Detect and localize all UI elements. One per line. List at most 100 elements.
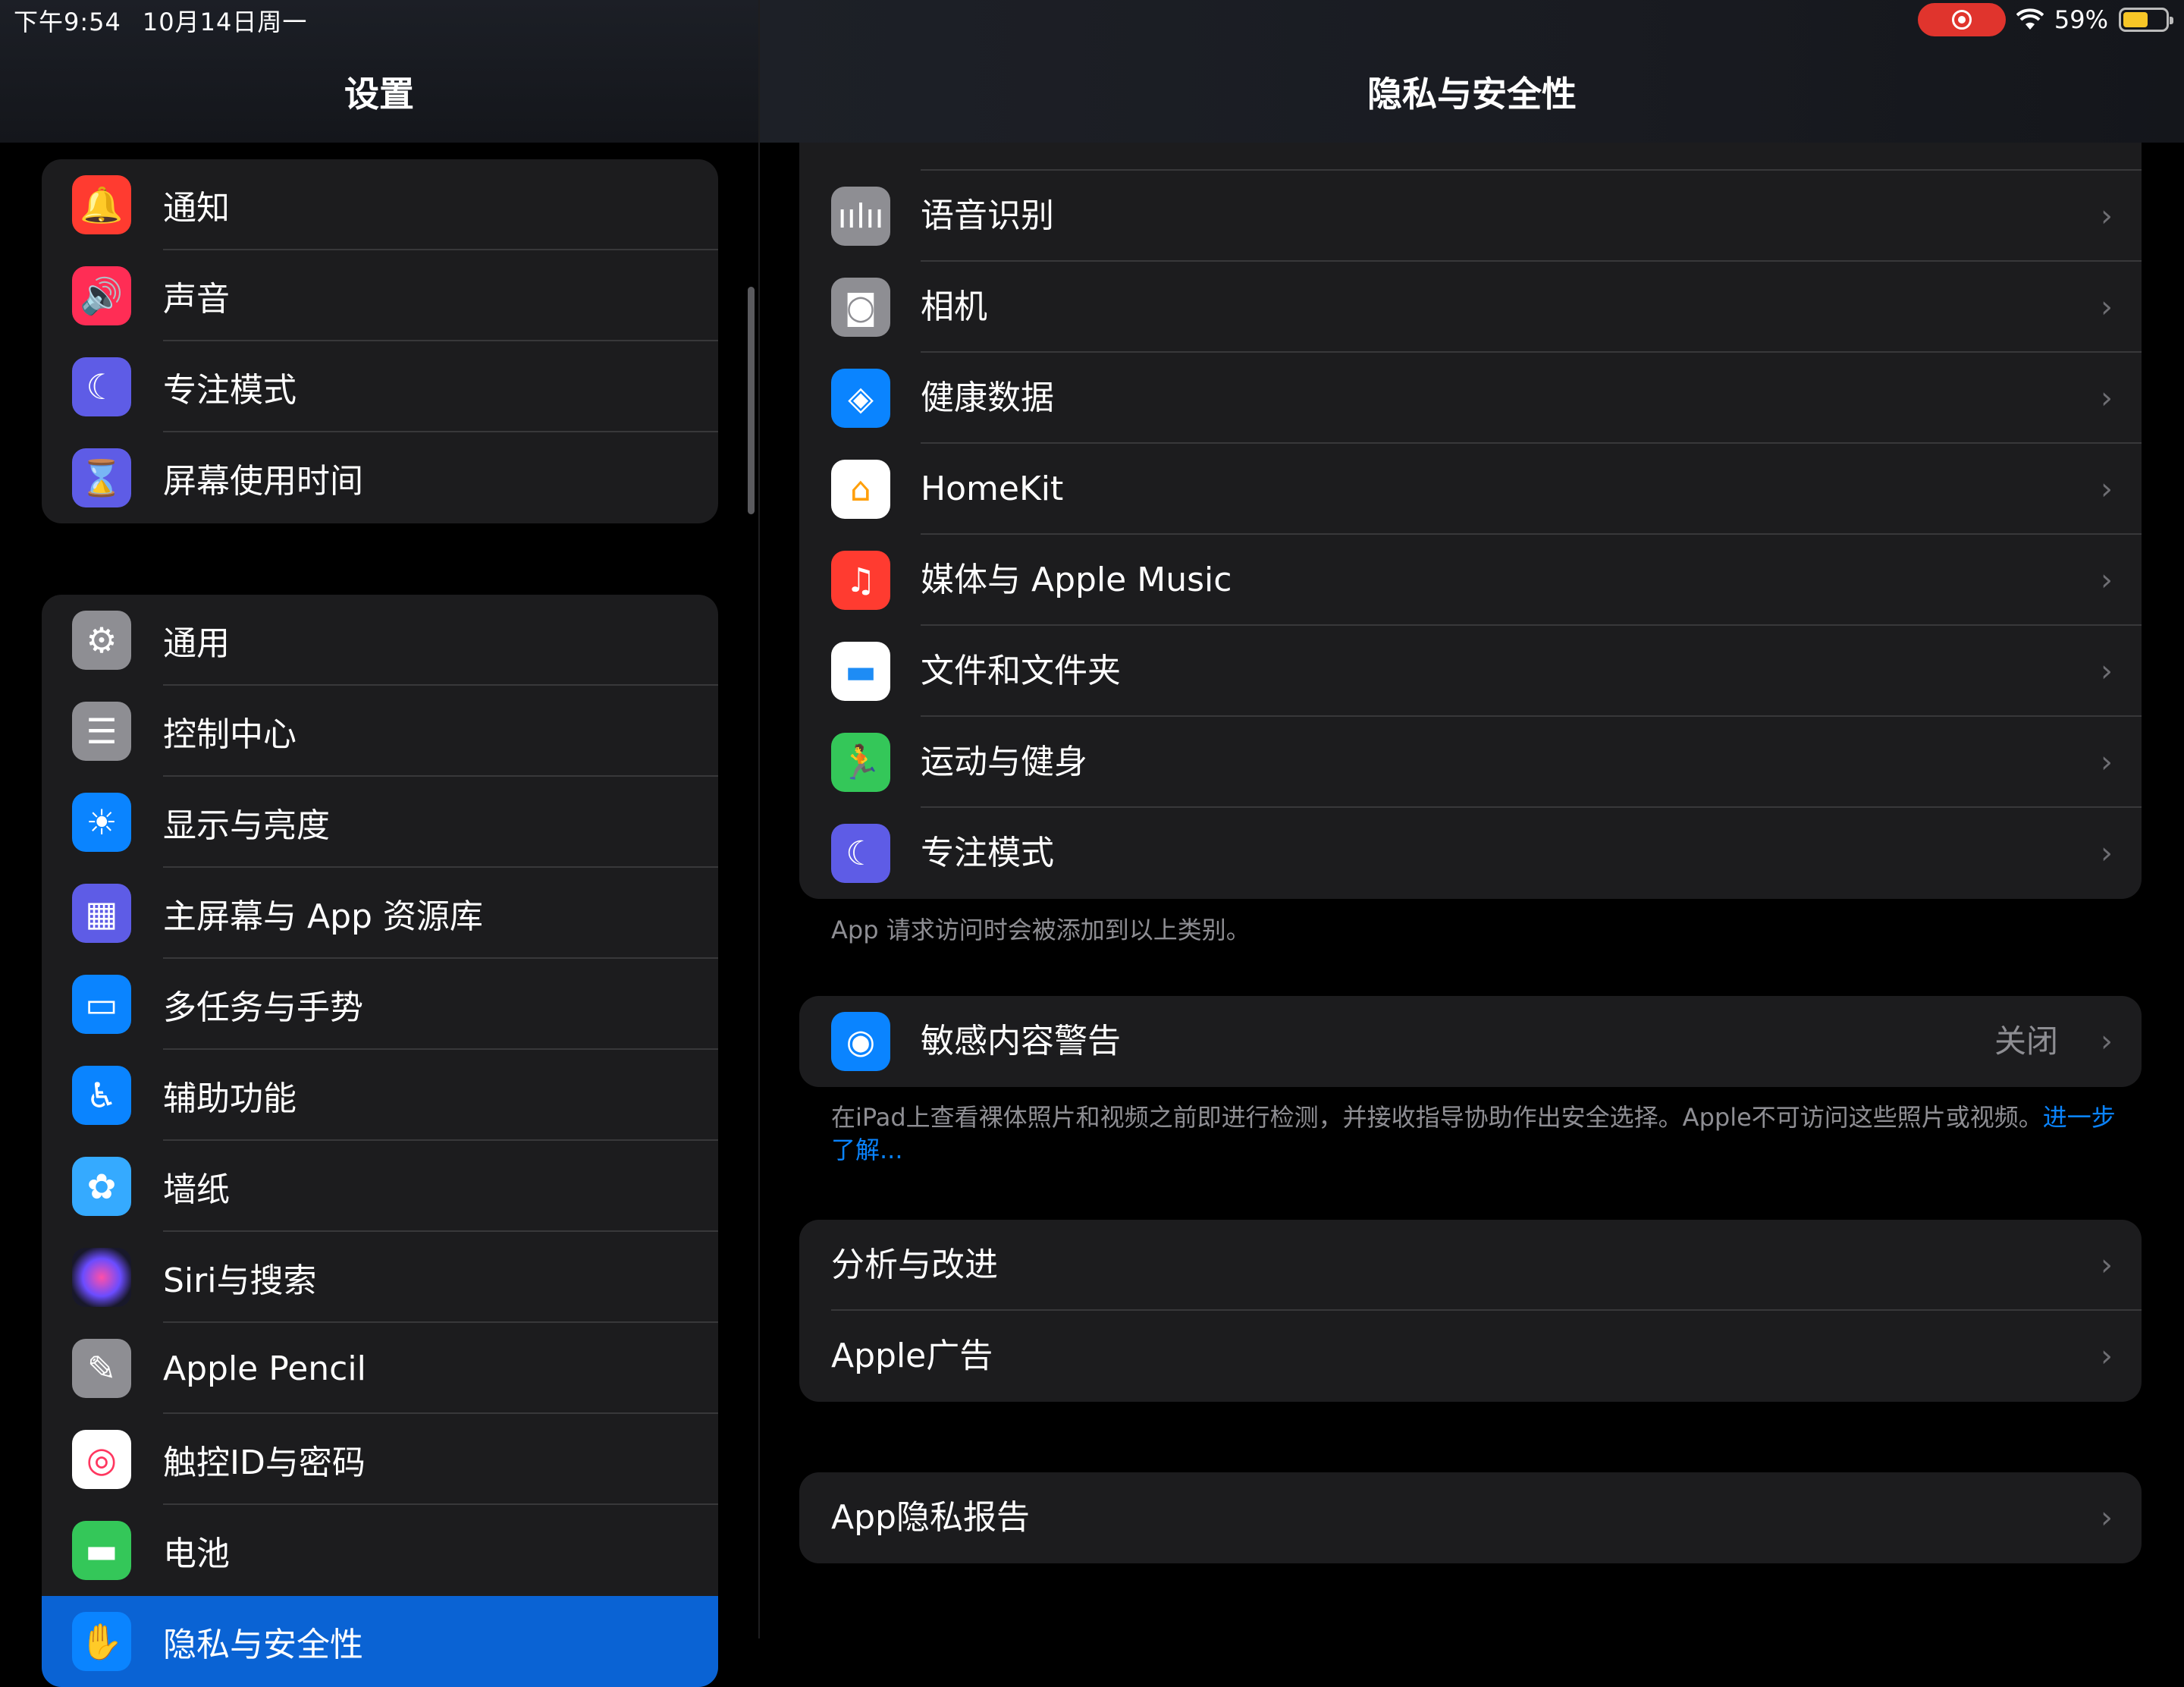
camera-icon: ◙	[831, 278, 890, 337]
sidebar-item-label: Apple Pencil	[163, 1349, 366, 1388]
row-app-privacy-report[interactable]: App隐私报告 ›	[799, 1472, 2142, 1563]
sidebar-item-notifications[interactable]: 🔔 通知	[42, 159, 718, 250]
chevron-right-icon: ›	[2101, 1248, 2113, 1283]
row-label: 语音识别	[921, 196, 1054, 235]
sidebar-item-label: 显示与亮度	[163, 806, 330, 845]
folder-icon: ▬	[831, 642, 890, 701]
toggles-icon: ☰	[72, 702, 131, 761]
hourglass-icon: ⌛	[72, 448, 131, 507]
row-label: 健康数据	[921, 379, 1054, 417]
sidebar-item-screen-time[interactable]: ⌛ 屏幕使用时间	[42, 432, 718, 523]
sidebar-item-touch-id[interactable]: ◎ 触控ID与密码	[42, 1414, 718, 1505]
chevron-right-icon: ›	[2101, 199, 2113, 234]
sidebar-group-1: 🔔 通知 🔊 声音 ☾ 专注模式 ⌛ 屏幕使用时间	[42, 159, 718, 523]
row-homekit[interactable]: ⌂ HomeKit ›	[799, 444, 2142, 535]
sidebar-item-general[interactable]: ⚙ 通用	[42, 595, 718, 686]
permission-categories-list: ıılıı 语音识别 › ◙ 相机 › ◈ 健康数据 › ⌂ HomeKit ›…	[799, 80, 2142, 899]
sidebar-item-label: 墙纸	[163, 1170, 230, 1209]
sidebar-item-label: 专注模式	[163, 371, 297, 410]
wifi-icon	[2016, 8, 2044, 30]
categories-footnote: App 请求访问时会被添加到以上类别。	[831, 916, 1250, 944]
siri-icon	[72, 1248, 131, 1307]
sensitive-footnote-text: 在iPad上查看裸体照片和视频之前即进行检测，并接收指导协助作出安全选择。App…	[831, 1103, 2043, 1132]
screen-recording-indicator[interactable]	[1917, 3, 2006, 36]
sidebar-item-battery[interactable]: ▬ 电池	[42, 1505, 718, 1596]
gear-icon: ⚙	[72, 611, 131, 670]
row-label: 专注模式	[921, 834, 1054, 872]
status-bar-right: 59%	[1917, 3, 2173, 36]
health-icon: ◈	[831, 369, 890, 428]
row-value: 关闭	[1994, 1023, 2058, 1060]
eye-warning-icon: ◉	[831, 1012, 890, 1071]
running-icon: 🏃	[831, 733, 890, 792]
sidebar-item-label: 多任务与手势	[163, 988, 363, 1027]
row-speech-recognition[interactable]: ıılıı 语音识别 ›	[799, 171, 2142, 262]
moon-icon: ☾	[831, 824, 890, 883]
sidebar-item-apple-pencil[interactable]: ✎ Apple Pencil	[42, 1323, 718, 1414]
row-label: HomeKit	[921, 470, 1064, 508]
flower-icon: ✿	[72, 1157, 131, 1216]
status-bar-left: 下午9:54 10月14日周一	[14, 3, 307, 38]
row-label: 媒体与 Apple Music	[921, 561, 1232, 599]
multitask-icon: ▭	[72, 975, 131, 1034]
sidebar-item-control-center[interactable]: ☰ 控制中心	[42, 686, 718, 777]
sidebar-item-display[interactable]: ☀ 显示与亮度	[42, 777, 718, 868]
sidebar-item-privacy[interactable]: ✋ 隐私与安全性	[42, 1596, 718, 1687]
row-analytics[interactable]: 分析与改进 ›	[799, 1220, 2142, 1311]
waveform-icon: ıılıı	[831, 187, 890, 246]
sidebar-item-label: 电池	[163, 1535, 230, 1573]
privacy-detail-pane: ıılıı 语音识别 › ◙ 相机 › ◈ 健康数据 › ⌂ HomeKit ›…	[760, 0, 2184, 1638]
moon-icon: ☾	[72, 357, 131, 416]
chevron-right-icon: ›	[2101, 563, 2113, 598]
row-sensitive-content-warning[interactable]: ◉ 敏感内容警告 关闭 ›	[799, 996, 2142, 1087]
settings-sidebar: 设置 🔔 通知 🔊 声音 ☾ 专注模式 ⌛ 屏幕使用时间 ⚙ 通用 ☰ 控制中心…	[0, 0, 758, 1687]
sidebar-title: 设置	[344, 74, 414, 115]
sidebar-item-label: 隐私与安全性	[163, 1626, 363, 1664]
chevron-right-icon: ›	[2101, 290, 2113, 325]
row-label: 文件和文件夹	[921, 652, 1121, 690]
speaker-icon: 🔊	[72, 266, 131, 325]
row-label: 分析与改进	[831, 1246, 998, 1284]
record-icon	[1951, 10, 1972, 30]
chevron-right-icon: ›	[2101, 1339, 2113, 1374]
chevron-right-icon: ›	[2101, 836, 2113, 871]
sidebar-item-label: 屏幕使用时间	[163, 462, 363, 501]
row-apple-ads[interactable]: Apple广告 ›	[799, 1311, 2142, 1402]
sidebar-item-focus[interactable]: ☾ 专注模式	[42, 341, 718, 432]
sensitive-footnote: 在iPad上查看裸体照片和视频之前即进行检测，并接收指导协助作出安全选择。App…	[831, 1101, 2120, 1167]
row-label: Apple广告	[831, 1337, 993, 1375]
privacy-report-card: App隐私报告 ›	[799, 1472, 2142, 1563]
sidebar-item-home-screen[interactable]: ▦ 主屏幕与 App 资源库	[42, 868, 718, 959]
row-camera[interactable]: ◙ 相机 ›	[799, 262, 2142, 353]
row-label: 相机	[921, 287, 987, 326]
row-motion-fitness[interactable]: 🏃 运动与健身 ›	[799, 717, 2142, 808]
sidebar-item-label: 辅助功能	[163, 1079, 297, 1118]
sidebar-item-label: Siri与搜索	[163, 1261, 317, 1300]
sidebar-item-multitasking[interactable]: ▭ 多任务与手势	[42, 959, 718, 1050]
sidebar-item-label: 主屏幕与 App 资源库	[163, 897, 483, 936]
home-icon: ⌂	[831, 460, 890, 519]
battery-status-icon	[2119, 8, 2173, 32]
fingerprint-icon: ◎	[72, 1430, 131, 1489]
accessibility-icon: ♿	[72, 1066, 131, 1125]
sidebar-item-wallpaper[interactable]: ✿ 墙纸	[42, 1141, 718, 1232]
sidebar-group-2: ⚙ 通用 ☰ 控制中心 ☀ 显示与亮度 ▦ 主屏幕与 App 资源库 ▭ 多任务…	[42, 595, 718, 1687]
sidebar-item-label: 通知	[163, 189, 230, 228]
status-date: 10月14日周一	[142, 8, 308, 36]
battery-level-fill	[2123, 12, 2148, 27]
sidebar-item-sounds[interactable]: 🔊 声音	[42, 250, 718, 341]
battery-percent: 59%	[2054, 5, 2108, 34]
row-health-data[interactable]: ◈ 健康数据 ›	[799, 353, 2142, 444]
sidebar-item-accessibility[interactable]: ♿ 辅助功能	[42, 1050, 718, 1141]
sidebar-item-label: 控制中心	[163, 715, 297, 754]
row-files-folders[interactable]: ▬ 文件和文件夹 ›	[799, 626, 2142, 717]
row-label: 运动与健身	[921, 743, 1087, 781]
row-focus[interactable]: ☾ 专注模式 ›	[799, 808, 2142, 899]
row-label: 敏感内容警告	[921, 1022, 1121, 1060]
row-media-apple-music[interactable]: ♫ 媒体与 Apple Music ›	[799, 535, 2142, 626]
chevron-right-icon: ›	[2101, 1500, 2113, 1535]
chevron-right-icon: ›	[2101, 381, 2113, 416]
sidebar-scrollbar[interactable]	[748, 287, 755, 514]
pencil-icon: ✎	[72, 1339, 131, 1398]
sidebar-item-siri[interactable]: Siri与搜索	[42, 1232, 718, 1323]
